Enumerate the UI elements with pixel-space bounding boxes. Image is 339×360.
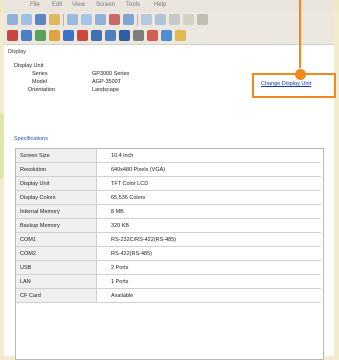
menu-screen[interactable]: Screen xyxy=(96,2,115,8)
graph-icon[interactable] xyxy=(63,30,74,41)
model-label: Model xyxy=(32,79,47,85)
spec-value: 640x480 Pixels (VGA) xyxy=(111,167,166,173)
pen-icon[interactable] xyxy=(169,14,180,25)
spec-value: 2 Ports xyxy=(111,265,129,271)
model-value: AGP-3500T xyxy=(92,79,122,85)
picture-icon[interactable] xyxy=(161,30,172,41)
spec-key: Backup Memory xyxy=(20,223,60,229)
align-icon[interactable] xyxy=(155,14,166,25)
toolbar-separator xyxy=(63,14,64,26)
dropdown-icon[interactable] xyxy=(35,14,46,25)
forward-icon[interactable] xyxy=(21,14,32,25)
menu-tools[interactable]: Tools xyxy=(126,2,140,8)
spec-key: COM1 xyxy=(20,237,36,243)
row-divider xyxy=(16,302,321,303)
line-icon[interactable] xyxy=(133,30,144,41)
spec-key: Display Colors xyxy=(20,195,56,201)
pencil-icon[interactable] xyxy=(175,30,186,41)
table-row: Backup Memory 320 KB xyxy=(16,219,321,233)
spec-value: 8 MB xyxy=(111,209,124,215)
table-icon[interactable] xyxy=(105,30,116,41)
zoom-icon[interactable] xyxy=(197,14,208,25)
paste-icon[interactable] xyxy=(95,14,106,25)
table-row: USB 2 Ports xyxy=(16,261,321,275)
spec-key: COM2 xyxy=(20,251,36,257)
alarm-icon[interactable] xyxy=(77,30,88,41)
window-parts-icon[interactable] xyxy=(91,30,102,41)
toolbar-secondary xyxy=(4,28,334,45)
table-row: Internal Memory 8 MB xyxy=(16,205,321,219)
spec-value: TFT Color LCD xyxy=(111,181,149,187)
table-row: Display Unit TFT Color LCD xyxy=(16,177,321,191)
spec-key: USB xyxy=(20,265,32,271)
record-icon[interactable] xyxy=(7,30,18,41)
lamp-icon[interactable] xyxy=(21,30,32,41)
spec-value: RS-422(RS-485) xyxy=(111,251,152,257)
app-window: File Edit View Screen Tools Help Display… xyxy=(4,0,334,360)
menu-view[interactable]: View xyxy=(72,2,85,8)
back-icon[interactable] xyxy=(7,14,18,25)
series-value: GP3000 Series xyxy=(92,71,130,77)
callout-line xyxy=(299,0,301,72)
table-row: COM1 RS-232C/RS-422(RS-485) xyxy=(16,233,321,247)
display-unit-label: Display Unit xyxy=(14,63,44,69)
spec-key: Resolution xyxy=(20,167,46,173)
table-row: LAN 1 Ports xyxy=(16,275,321,289)
spec-value: Available xyxy=(111,293,134,299)
toolbar-separator xyxy=(137,14,138,26)
shape-icon[interactable] xyxy=(147,30,158,41)
text-icon[interactable] xyxy=(183,14,194,25)
spec-key: Display Unit xyxy=(20,181,50,187)
spec-key: LAN xyxy=(20,279,31,285)
menu-help[interactable]: Help xyxy=(154,2,166,8)
delete-icon[interactable] xyxy=(109,14,120,25)
orientation-label: Orientation xyxy=(28,87,55,93)
spec-value: 10.4 inch xyxy=(111,153,134,159)
spec-value: 320 KB xyxy=(111,223,130,229)
grid-icon[interactable] xyxy=(141,14,152,25)
spec-key: CF Card xyxy=(20,293,41,299)
display-section-label: Display xyxy=(8,49,27,55)
spec-value: RS-232C/RS-422(RS-485) xyxy=(111,237,177,243)
orientation-value: Landscape xyxy=(92,87,119,93)
table-row: Screen Size 10.4 inch xyxy=(16,149,321,163)
specifications-label: Specifications xyxy=(14,136,48,142)
open-folder-icon[interactable] xyxy=(49,14,60,25)
data-display-icon[interactable] xyxy=(49,30,60,41)
spec-value: 65,536 Colors xyxy=(111,195,146,201)
table-row: COM2 RS-422(RS-485) xyxy=(16,247,321,261)
spec-key: Internal Memory xyxy=(20,209,60,215)
series-label: Series xyxy=(32,71,48,77)
window-icon[interactable] xyxy=(67,14,78,25)
copy-icon[interactable] xyxy=(81,14,92,25)
spec-value: 1 Ports xyxy=(111,279,129,285)
menu-file[interactable]: File xyxy=(30,2,40,8)
change-link-highlight xyxy=(252,73,336,98)
table-row: CF Card Available xyxy=(16,289,321,303)
toolbar-primary xyxy=(4,12,334,29)
table-row: Display Colors 65,536 Colors xyxy=(16,191,321,205)
specifications-table: Screen Size 10.4 inch Resolution 640x480… xyxy=(15,148,324,360)
switch-icon[interactable] xyxy=(35,30,46,41)
screen-icon[interactable] xyxy=(123,14,134,25)
text-parts-icon[interactable] xyxy=(119,30,130,41)
table-row: Resolution 640x480 Pixels (VGA) xyxy=(16,163,321,177)
spec-key: Screen Size xyxy=(20,153,50,159)
menu-edit[interactable]: Edit xyxy=(52,2,62,8)
